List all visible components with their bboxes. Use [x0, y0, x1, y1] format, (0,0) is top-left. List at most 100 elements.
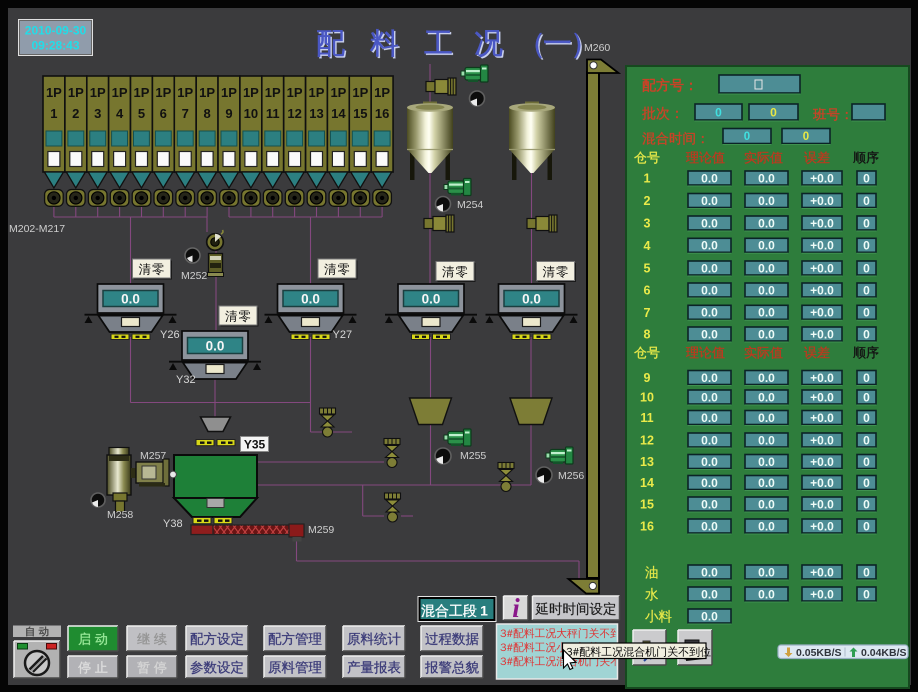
- svg-text:0.0: 0.0: [758, 371, 775, 385]
- svg-text:0.0: 0.0: [301, 292, 320, 307]
- svg-text:5: 5: [138, 106, 145, 121]
- svg-text:0.0: 0.0: [701, 411, 718, 425]
- svg-text:0.0: 0.0: [758, 239, 775, 253]
- svg-text:0: 0: [863, 371, 870, 385]
- svg-text:1P: 1P: [243, 85, 259, 100]
- svg-text:0.0: 0.0: [701, 476, 718, 490]
- svg-text:6: 6: [160, 106, 167, 121]
- svg-text:1: 1: [50, 106, 57, 121]
- svg-text:0.0: 0.0: [758, 497, 775, 511]
- svg-text:0.0: 0.0: [701, 171, 718, 185]
- svg-text:0.0: 0.0: [522, 292, 541, 307]
- svg-text:M252: M252: [181, 270, 207, 282]
- svg-text:0.0: 0.0: [758, 411, 775, 425]
- svg-text:0.0: 0.0: [206, 339, 225, 354]
- svg-text:1P: 1P: [155, 85, 171, 100]
- svg-text:0: 0: [770, 105, 777, 119]
- svg-text:1: 1: [644, 172, 651, 186]
- svg-text:M256: M256: [558, 470, 584, 482]
- svg-text:+0.0: +0.0: [810, 587, 834, 601]
- svg-text:1: 1: [480, 603, 488, 619]
- svg-text:0: 0: [863, 497, 870, 511]
- svg-text:1P: 1P: [330, 85, 346, 100]
- svg-text:1P: 1P: [90, 85, 106, 100]
- svg-text:9: 9: [225, 106, 232, 121]
- svg-text:16: 16: [640, 520, 654, 534]
- svg-text:3: 3: [94, 106, 101, 121]
- svg-text:12: 12: [287, 106, 301, 121]
- svg-text:0: 0: [863, 216, 870, 230]
- svg-text:0.0: 0.0: [422, 292, 441, 307]
- svg-text:+0.0: +0.0: [810, 327, 834, 341]
- svg-text:0: 0: [863, 565, 870, 579]
- svg-text:0: 0: [863, 587, 870, 601]
- svg-text:0.0: 0.0: [701, 371, 718, 385]
- svg-text:0.0: 0.0: [701, 216, 718, 230]
- svg-text:+0.0: +0.0: [810, 371, 834, 385]
- svg-text:+0.0: +0.0: [810, 390, 834, 404]
- svg-text:0.0: 0.0: [701, 433, 718, 447]
- svg-text:0.0: 0.0: [758, 455, 775, 469]
- svg-text:2010-09-30: 2010-09-30: [25, 24, 87, 38]
- svg-text:0.0: 0.0: [701, 261, 718, 275]
- svg-text:6: 6: [644, 284, 651, 298]
- svg-text:0.0: 0.0: [758, 519, 775, 533]
- svg-text:4: 4: [116, 106, 124, 121]
- svg-text:+0.0: +0.0: [810, 216, 834, 230]
- svg-text:+0.0: +0.0: [810, 476, 834, 490]
- svg-text:13: 13: [640, 455, 654, 469]
- svg-text:0: 0: [863, 283, 870, 297]
- svg-text:+0.0: +0.0: [810, 306, 834, 320]
- svg-text:14: 14: [640, 476, 654, 490]
- svg-text:1P: 1P: [221, 85, 237, 100]
- svg-text:0: 0: [863, 455, 870, 469]
- svg-text:+0.0: +0.0: [810, 497, 834, 511]
- svg-text:0: 0: [863, 306, 870, 320]
- svg-text:M254: M254: [457, 199, 483, 211]
- svg-text:5: 5: [644, 262, 651, 276]
- svg-text:1P: 1P: [177, 85, 193, 100]
- svg-text:M257: M257: [140, 450, 166, 462]
- svg-text:0.0: 0.0: [758, 587, 775, 601]
- svg-text:2: 2: [644, 194, 651, 208]
- svg-text:+0.0: +0.0: [810, 261, 834, 275]
- svg-text:10: 10: [640, 391, 654, 405]
- svg-text:0.0: 0.0: [701, 306, 718, 320]
- svg-text:11: 11: [640, 411, 653, 425]
- svg-text:0.0: 0.0: [701, 609, 718, 623]
- svg-text:M259: M259: [308, 524, 334, 536]
- svg-text:0.0: 0.0: [701, 390, 718, 404]
- svg-text:0.0: 0.0: [758, 283, 775, 297]
- svg-text:12: 12: [640, 434, 654, 448]
- svg-text:0.0: 0.0: [701, 283, 718, 297]
- svg-text:0.04KB/S: 0.04KB/S: [861, 647, 907, 659]
- svg-text:M260: M260: [584, 42, 610, 54]
- svg-text:0.05KB/S: 0.05KB/S: [796, 647, 842, 659]
- svg-text:10: 10: [244, 106, 258, 121]
- svg-text:0: 0: [863, 433, 870, 447]
- svg-text:1P: 1P: [374, 85, 390, 100]
- svg-text:0.0: 0.0: [701, 455, 718, 469]
- svg-text:7: 7: [644, 306, 651, 320]
- svg-text:0.0: 0.0: [758, 194, 775, 208]
- svg-text:0: 0: [863, 194, 870, 208]
- svg-text:0.0: 0.0: [701, 497, 718, 511]
- svg-text:7: 7: [182, 106, 189, 121]
- svg-text:0.0: 0.0: [758, 171, 775, 185]
- svg-text:1P: 1P: [352, 85, 368, 100]
- svg-text:+0.0: +0.0: [810, 519, 834, 533]
- svg-text:15: 15: [353, 106, 367, 121]
- svg-text:0: 0: [863, 239, 870, 253]
- svg-text:+0.0: +0.0: [810, 194, 834, 208]
- svg-text:3: 3: [644, 217, 651, 231]
- svg-text:1P: 1P: [68, 85, 84, 100]
- svg-text:4: 4: [644, 239, 651, 253]
- svg-text:2: 2: [72, 106, 79, 121]
- svg-text:0: 0: [715, 105, 722, 119]
- svg-text:1P: 1P: [112, 85, 128, 100]
- svg-text:0.0: 0.0: [758, 476, 775, 490]
- svg-text:1P: 1P: [46, 85, 62, 100]
- svg-text:0.0: 0.0: [701, 587, 718, 601]
- svg-text:0.0: 0.0: [758, 433, 775, 447]
- svg-text:0.0: 0.0: [701, 194, 718, 208]
